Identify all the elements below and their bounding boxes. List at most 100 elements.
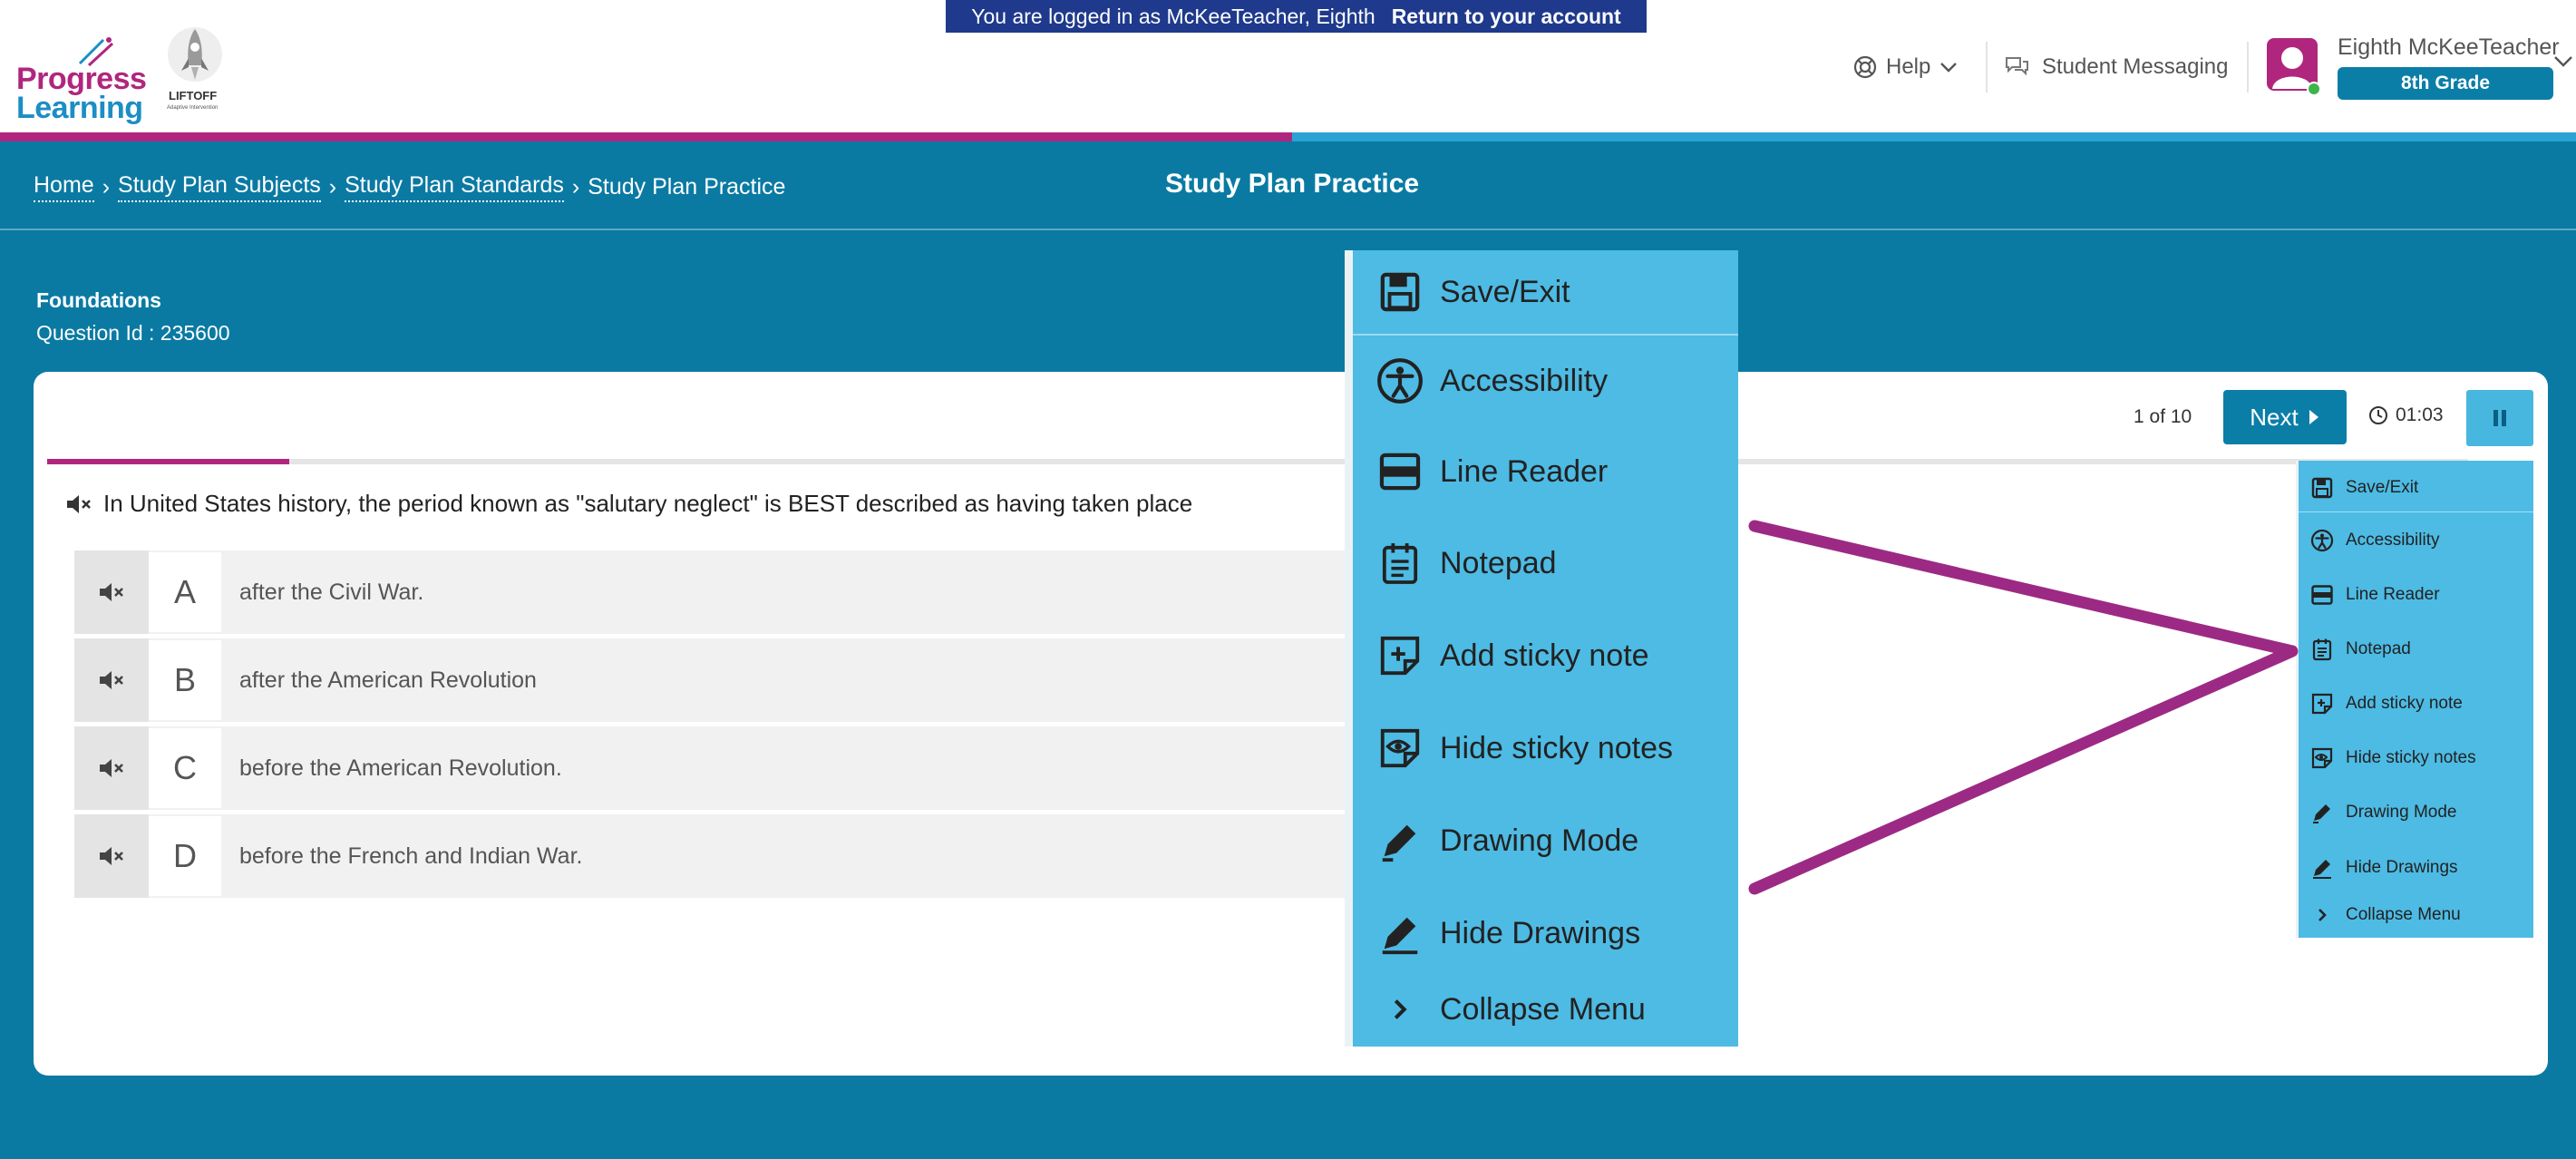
user-name[interactable]: Eighth McKeeTeacher <box>2338 34 2560 61</box>
hide-drawings-icon <box>2313 860 2331 879</box>
caret-right-icon <box>2309 410 2318 424</box>
help-menu[interactable]: Help <box>1853 49 1958 85</box>
brand-stripe-pink <box>0 132 1292 141</box>
student-messaging-link[interactable]: Student Messaging <box>2004 49 2228 85</box>
menu-item-label: Save/Exit <box>1440 274 1570 309</box>
menu-item-notepad[interactable]: Notepad <box>2299 622 2533 677</box>
next-button[interactable]: Next <box>2223 390 2347 444</box>
help-label: Help <box>1886 54 1931 79</box>
answer-speaker[interactable] <box>74 814 149 898</box>
menu-item-hide-sticky-notes[interactable]: Hide sticky notes <box>2299 731 2533 785</box>
liftoff-title: LIFTOFF <box>169 89 218 102</box>
menu-item-label: Accessibility <box>1440 363 1609 398</box>
answer-option-a[interactable]: A after the Civil War. <box>74 550 1375 634</box>
menu-item-hide-drawings[interactable]: Hide Drawings <box>2299 840 2533 896</box>
breadcrumb-study-plan-subjects[interactable]: Study Plan Subjects <box>118 172 321 202</box>
notepad-icon <box>1382 543 1418 584</box>
grade-badge: 8th Grade <box>2338 67 2553 100</box>
menu-item-label: Notepad <box>1440 545 1557 580</box>
speaker-muted-icon <box>100 759 123 777</box>
chevron-down-icon <box>1940 63 1958 73</box>
pause-button[interactable] <box>2466 390 2533 446</box>
answer-speaker[interactable] <box>74 638 149 722</box>
speaker-muted-icon <box>100 583 123 601</box>
menu-item-notepad[interactable]: Notepad <box>1353 517 1738 609</box>
menu-item-hide-drawings[interactable]: Hide Drawings <box>1353 887 1738 979</box>
menu-item-label: Add sticky note <box>2346 694 2463 713</box>
answer-option-c[interactable]: C before the American Revolution. <box>74 726 1375 810</box>
progress-learning-logo[interactable]: Progress Learning <box>16 34 152 125</box>
lifebuoy-icon <box>1853 55 1877 79</box>
answer-text: before the American Revolution. <box>239 755 562 781</box>
chevron-right-icon <box>2318 909 2327 921</box>
menu-item-drawing-mode[interactable]: Drawing Mode <box>2299 785 2533 840</box>
answer-option-b[interactable]: B after the American Revolution <box>74 638 1375 722</box>
add-sticky-note-icon <box>1380 636 1420 676</box>
chat-bubbles-icon <box>2006 57 2028 76</box>
answer-letter: C <box>149 728 221 808</box>
accessibility-icon <box>2310 529 2334 552</box>
question-id: Question Id : 235600 <box>36 321 230 345</box>
answer-letter: A <box>149 552 221 632</box>
return-to-account-link[interactable]: Return to your account <box>1392 5 1621 29</box>
question-text-row: In United States history, the period kno… <box>65 490 1192 518</box>
menu-item-label: Hide Drawings <box>2346 858 2458 877</box>
answer-option-d[interactable]: D before the French and Indian War. <box>74 814 1375 898</box>
answer-text: before the French and Indian War. <box>239 842 583 869</box>
answer-speaker[interactable] <box>74 726 149 810</box>
question-counter: 1 of 10 <box>2134 406 2192 427</box>
add-sticky-note-icon <box>2311 693 2333 715</box>
impersonation-banner: You are logged in as McKeeTeacher, Eight… <box>946 0 1647 33</box>
menu-item-add-sticky-note[interactable]: Add sticky note <box>1353 609 1738 702</box>
question-text: In United States history, the period kno… <box>103 490 1193 517</box>
hide-drawings-icon <box>1382 917 1418 955</box>
answer-text: after the American Revolution <box>239 667 537 693</box>
notepad-icon <box>2312 638 2332 661</box>
menu-item-hide-sticky-notes[interactable]: Hide sticky notes <box>1353 702 1738 794</box>
menu-item-label: Hide Drawings <box>1440 915 1641 950</box>
menu-item-line-reader[interactable]: Line Reader <box>2299 568 2533 622</box>
breadcrumb-bar: Home › Study Plan Subjects › Study Plan … <box>0 141 2576 230</box>
breadcrumb-home[interactable]: Home <box>34 172 94 202</box>
answer-text: after the Civil War. <box>239 579 424 605</box>
menu-item-collapse-menu[interactable]: Collapse Menu <box>1353 979 1738 1039</box>
hide-sticky-notes-icon <box>2311 747 2333 769</box>
speaker-muted-icon[interactable] <box>65 492 92 516</box>
liftoff-logo: LIFTOFF Adaptive Intervention <box>163 20 227 120</box>
menu-item-label: Notepad <box>2346 639 2411 658</box>
tools-menu: Save/Exit Accessibility Line Reader Note… <box>2296 461 2533 938</box>
pencil-icon <box>1382 824 1416 862</box>
menu-item-label: Accessibility <box>2346 531 2440 550</box>
save-icon <box>1380 272 1420 312</box>
menu-item-save-exit[interactable]: Save/Exit <box>1353 250 1738 334</box>
menu-item-add-sticky-note[interactable]: Add sticky note <box>2299 677 2533 731</box>
menu-item-drawing-mode[interactable]: Drawing Mode <box>1353 794 1738 887</box>
chevron-right-icon <box>1394 999 1407 1019</box>
clock-icon <box>2369 406 2387 424</box>
next-label: Next <box>2250 403 2299 431</box>
save-icon <box>2311 477 2333 499</box>
menu-item-label: Hide sticky notes <box>2346 748 2476 767</box>
menu-item-save-exit[interactable]: Save/Exit <box>2299 463 2533 513</box>
avatar[interactable] <box>2265 36 2321 96</box>
header-divider <box>1986 42 1988 93</box>
menu-item-accessibility[interactable]: Accessibility <box>2299 513 2533 568</box>
page-title: Study Plan Practice <box>1165 169 1420 199</box>
breadcrumb-study-plan-standards[interactable]: Study Plan Standards <box>345 172 564 202</box>
breadcrumb-current: Study Plan Practice <box>588 174 786 200</box>
answer-speaker[interactable] <box>74 550 149 634</box>
menu-item-label: Collapse Menu <box>1440 991 1646 1027</box>
menu-item-label: Add sticky note <box>1440 638 1649 673</box>
chevron-down-icon[interactable] <box>2553 54 2573 69</box>
liftoff-subtitle: Adaptive Intervention <box>167 105 219 111</box>
top-header: Progress Learning LIFTOFF Adaptive Inter… <box>0 0 2576 132</box>
menu-item-collapse-menu[interactable]: Collapse Menu <box>2299 896 2533 934</box>
header-divider <box>2247 42 2249 93</box>
menu-item-label: Collapse Menu <box>2346 905 2461 924</box>
logo-text-learning: Learning <box>16 91 143 125</box>
logged-in-text: You are logged in as McKeeTeacher, Eight… <box>971 4 1375 28</box>
menu-item-accessibility[interactable]: Accessibility <box>1353 336 1738 426</box>
timer: 01:03 <box>2368 404 2444 426</box>
menu-item-label: Save/Exit <box>2346 478 2419 497</box>
menu-item-line-reader[interactable]: Line Reader <box>1353 426 1738 517</box>
